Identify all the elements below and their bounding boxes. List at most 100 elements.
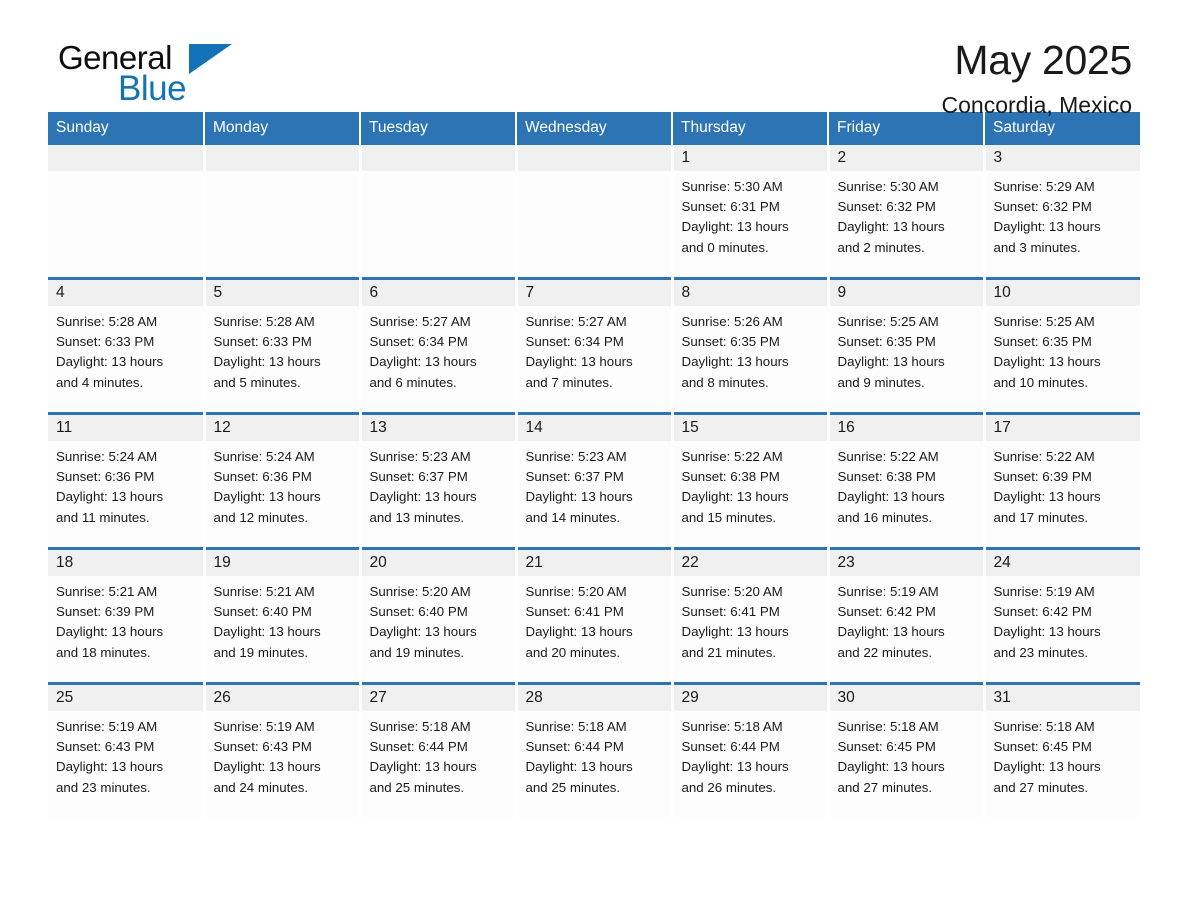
calendar-day-cell[interactable]: 1 Sunrise: 5:30 AM Sunset: 6:31 PM Daylight… — [672, 145, 830, 279]
daylight-text-line1: Daylight: 13 hours — [837, 624, 945, 640]
daylight-text-line1: Daylight: 13 hours — [525, 354, 633, 370]
daylight-text-line2: and 26 minutes. — [681, 779, 777, 795]
daylight-text-line2: and 16 minutes. — [837, 509, 933, 525]
day-details: Sunrise: 5:18 AM Sunset: 6:44 PM Daylight:… — [362, 711, 515, 798]
date-band: 8 — [673, 280, 827, 306]
weekday-header-sunday: Sunday — [48, 112, 205, 145]
calendar-day-cell-empty — [204, 145, 362, 279]
sunset-text: Sunset: 6:31 PM — [681, 199, 780, 215]
sunset-text: Sunset: 6:37 PM — [525, 469, 624, 485]
daylight-text-line2: and 21 minutes. — [681, 644, 777, 660]
calendar-day-cell[interactable]: 31 Sunrise: 5:18 AM Sunset: 6:45 PM Dayligh… — [984, 682, 1140, 817]
general-blue-logo[interactable]: General Blue — [48, 40, 248, 112]
weekday-header-thursday: Thursday — [672, 112, 829, 145]
day-cell-inner: 27 Sunrise: 5:18 AM Sunset: 6:44 PM Dayligh… — [361, 685, 515, 817]
daylight-text-line1: Daylight: 13 hours — [56, 624, 164, 640]
calendar-day-cell[interactable]: 27 Sunrise: 5:18 AM Sunset: 6:44 PM Dayligh… — [360, 682, 518, 817]
calendar-day-cell[interactable]: 12 Sunrise: 5:24 AM Sunset: 6:36 PM Dayligh… — [204, 412, 362, 549]
daylight-text-line2: and 25 minutes. — [369, 779, 465, 795]
calendar-day-cell[interactable]: 5 Sunrise: 5:28 AM Sunset: 6:33 PM Daylight… — [204, 277, 362, 414]
day-cell-inner: 24 Sunrise: 5:19 AM Sunset: 6:42 PM Dayligh… — [985, 550, 1140, 682]
calendar-day-cell[interactable]: 22 Sunrise: 5:20 AM Sunset: 6:41 PM Dayligh… — [672, 547, 830, 684]
calendar-day-cell[interactable]: 21 Sunrise: 5:20 AM Sunset: 6:41 PM Dayligh… — [516, 547, 674, 684]
sunset-text: Sunset: 6:33 PM — [56, 334, 155, 350]
calendar-day-cell[interactable]: 28 Sunrise: 5:18 AM Sunset: 6:44 PM Dayligh… — [516, 682, 674, 817]
calendar-body: 1 Sunrise: 5:30 AM Sunset: 6:31 PM Daylight… — [48, 145, 1140, 817]
daylight-text-line2: and 13 minutes. — [369, 509, 465, 525]
sunset-text: Sunset: 6:45 PM — [993, 739, 1092, 755]
calendar-day-cell[interactable]: 24 Sunrise: 5:19 AM Sunset: 6:42 PM Dayligh… — [984, 547, 1140, 684]
calendar-day-cell[interactable]: 25 Sunrise: 5:19 AM Sunset: 6:43 PM Dayligh… — [48, 682, 206, 817]
daylight-text-line2: and 3 minutes. — [993, 239, 1081, 255]
calendar-day-cell[interactable]: 18 Sunrise: 5:21 AM Sunset: 6:39 PM Dayligh… — [48, 547, 206, 684]
calendar-day-cell[interactable]: 29 Sunrise: 5:18 AM Sunset: 6:44 PM Dayligh… — [672, 682, 830, 817]
sunset-text: Sunset: 6:36 PM — [213, 469, 312, 485]
daylight-text-line1: Daylight: 13 hours — [525, 759, 633, 775]
day-number: 12 — [213, 419, 231, 436]
calendar-day-cell[interactable]: 3 Sunrise: 5:29 AM Sunset: 6:32 PM Daylight… — [984, 145, 1140, 279]
day-number: 18 — [56, 554, 74, 571]
sunset-text: Sunset: 6:38 PM — [837, 469, 936, 485]
day-cell-inner: 15 Sunrise: 5:22 AM Sunset: 6:38 PM Dayligh… — [673, 415, 827, 547]
sunrise-text: Sunrise: 5:22 AM — [681, 449, 783, 464]
sunrise-text: Sunrise: 5:19 AM — [213, 719, 315, 734]
calendar-day-cell[interactable]: 20 Sunrise: 5:20 AM Sunset: 6:40 PM Dayligh… — [360, 547, 518, 684]
calendar-day-cell[interactable]: 17 Sunrise: 5:22 AM Sunset: 6:39 PM Dayligh… — [984, 412, 1140, 549]
sunset-text: Sunset: 6:43 PM — [213, 739, 312, 755]
sunset-text: Sunset: 6:44 PM — [525, 739, 624, 755]
day-details: Sunrise: 5:18 AM Sunset: 6:44 PM Daylight:… — [518, 711, 671, 798]
daylight-text-line2: and 9 minutes. — [837, 374, 925, 390]
day-cell-inner: 11 Sunrise: 5:24 AM Sunset: 6:36 PM Dayligh… — [48, 415, 203, 547]
daylight-text-line1: Daylight: 13 hours — [369, 489, 477, 505]
daylight-text-line2: and 14 minutes. — [525, 509, 621, 525]
day-number: 1 — [681, 149, 691, 166]
day-number: 25 — [56, 689, 74, 706]
calendar-day-cell[interactable]: 16 Sunrise: 5:22 AM Sunset: 6:38 PM Dayligh… — [828, 412, 986, 549]
day-details: Sunrise: 5:18 AM Sunset: 6:45 PM Daylight:… — [830, 711, 983, 798]
calendar-day-cell[interactable]: 2 Sunrise: 5:30 AM Sunset: 6:32 PM Daylight… — [828, 145, 986, 279]
day-number: 31 — [993, 689, 1011, 706]
day-cell-inner: 17 Sunrise: 5:22 AM Sunset: 6:39 PM Dayligh… — [985, 415, 1140, 547]
day-cell-inner: 5 Sunrise: 5:28 AM Sunset: 6:33 PM Daylight… — [205, 280, 359, 412]
date-band: 9 — [829, 280, 983, 306]
day-number: 22 — [681, 554, 699, 571]
calendar-day-cell[interactable]: 19 Sunrise: 5:21 AM Sunset: 6:40 PM Dayligh… — [204, 547, 362, 684]
day-cell-inner: 30 Sunrise: 5:18 AM Sunset: 6:45 PM Dayligh… — [829, 685, 983, 817]
sunrise-text: Sunrise: 5:18 AM — [525, 719, 627, 734]
day-details: Sunrise: 5:24 AM Sunset: 6:36 PM Daylight:… — [48, 441, 203, 528]
calendar-day-cell[interactable]: 8 Sunrise: 5:26 AM Sunset: 6:35 PM Daylight… — [672, 277, 830, 414]
calendar-day-cell[interactable]: 13 Sunrise: 5:23 AM Sunset: 6:37 PM Dayligh… — [360, 412, 518, 549]
sunset-text: Sunset: 6:34 PM — [525, 334, 624, 350]
daylight-text-line2: and 8 minutes. — [681, 374, 769, 390]
daylight-text-line2: and 20 minutes. — [525, 644, 621, 660]
calendar-day-cell[interactable]: 11 Sunrise: 5:24 AM Sunset: 6:36 PM Dayligh… — [48, 412, 206, 549]
daylight-text-line1: Daylight: 13 hours — [681, 354, 789, 370]
daylight-text-line1: Daylight: 13 hours — [837, 489, 945, 505]
day-details: Sunrise: 5:27 AM Sunset: 6:34 PM Daylight:… — [362, 306, 515, 393]
daylight-text-line1: Daylight: 13 hours — [837, 759, 945, 775]
day-cell-inner: 3 Sunrise: 5:29 AM Sunset: 6:32 PM Daylight… — [985, 145, 1140, 277]
sunrise-text: Sunrise: 5:25 AM — [993, 314, 1095, 329]
calendar-day-cell[interactable]: 6 Sunrise: 5:27 AM Sunset: 6:34 PM Daylight… — [360, 277, 518, 414]
daylight-text-line1: Daylight: 13 hours — [213, 759, 321, 775]
calendar-day-cell[interactable]: 7 Sunrise: 5:27 AM Sunset: 6:34 PM Daylight… — [516, 277, 674, 414]
date-band: 31 — [985, 685, 1140, 711]
calendar-day-cell[interactable]: 10 Sunrise: 5:25 AM Sunset: 6:35 PM Dayligh… — [984, 277, 1140, 414]
date-band: 15 — [673, 415, 827, 441]
day-details: Sunrise: 5:19 AM Sunset: 6:42 PM Daylight:… — [830, 576, 983, 663]
sunrise-text: Sunrise: 5:28 AM — [56, 314, 158, 329]
calendar-day-cell[interactable]: 9 Sunrise: 5:25 AM Sunset: 6:35 PM Daylight… — [828, 277, 986, 414]
day-details: Sunrise: 5:18 AM Sunset: 6:44 PM Daylight:… — [674, 711, 827, 798]
daylight-text-line1: Daylight: 13 hours — [993, 489, 1101, 505]
daylight-text-line2: and 24 minutes. — [213, 779, 309, 795]
calendar-day-cell[interactable]: 14 Sunrise: 5:23 AM Sunset: 6:37 PM Dayligh… — [516, 412, 674, 549]
day-details: Sunrise: 5:21 AM Sunset: 6:40 PM Daylight:… — [206, 576, 359, 663]
daylight-text-line2: and 17 minutes. — [993, 509, 1089, 525]
calendar-day-cell[interactable]: 23 Sunrise: 5:19 AM Sunset: 6:42 PM Dayligh… — [828, 547, 986, 684]
calendar-day-cell[interactable]: 26 Sunrise: 5:19 AM Sunset: 6:43 PM Dayligh… — [204, 682, 362, 817]
calendar-day-cell[interactable]: 4 Sunrise: 5:28 AM Sunset: 6:33 PM Daylight… — [48, 277, 206, 414]
date-band: 21 — [517, 550, 671, 576]
date-band: 1 — [673, 145, 827, 171]
calendar-day-cell[interactable]: 30 Sunrise: 5:18 AM Sunset: 6:45 PM Dayligh… — [828, 682, 986, 817]
calendar-day-cell[interactable]: 15 Sunrise: 5:22 AM Sunset: 6:38 PM Dayligh… — [672, 412, 830, 549]
